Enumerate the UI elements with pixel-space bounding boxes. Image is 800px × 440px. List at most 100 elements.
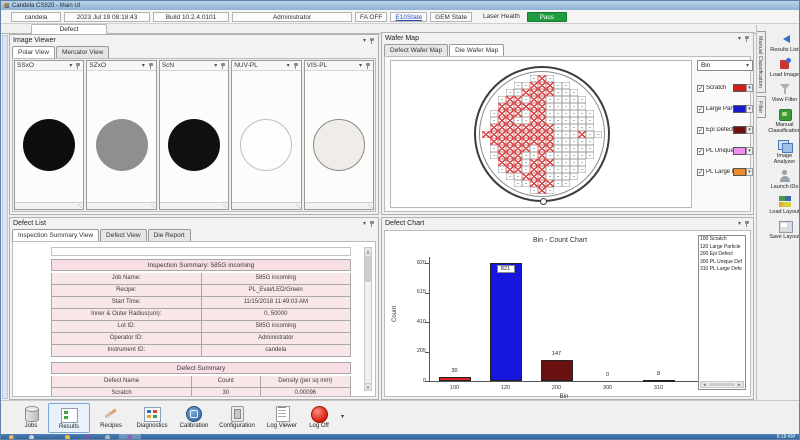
chevron-down-icon[interactable]: ▾ [69,62,72,70]
scroll-left-icon[interactable]: ◄ [701,382,708,387]
collapsed-panel-strip[interactable] [2,35,8,399]
die-cell[interactable] [498,152,506,159]
die-cell[interactable] [506,124,514,131]
die-cell[interactable] [570,103,578,110]
die-cell[interactable] [538,89,546,96]
die-cell[interactable] [546,159,554,166]
die-cell[interactable] [570,124,578,131]
die-cell[interactable] [514,166,522,173]
taskbar-app-icon[interactable] [85,435,90,440]
die-cell[interactable] [514,89,522,96]
windows-taskbar[interactable]: 8:18 AM [1,434,800,440]
die-cell[interactable] [490,110,498,117]
tool-load-layout[interactable]: Load Layout [767,195,800,215]
filter-checkbox[interactable]: ✓ [697,148,704,155]
scrollbar-thumb[interactable] [365,256,371,282]
wafer-map-canvas[interactable] [390,60,692,208]
die-cell[interactable] [578,96,586,103]
pin-icon[interactable] [744,220,750,228]
die-cell[interactable] [538,75,546,82]
die-cell[interactable] [554,166,562,173]
taskbar-app-icon[interactable] [29,435,34,440]
die-cell[interactable] [554,131,562,138]
collapse-icon[interactable]: ▾ [363,37,366,45]
tool-view-filter[interactable]: View Filter [767,83,800,103]
chevron-down-icon[interactable]: ▾ [359,62,362,70]
die-cell[interactable] [522,131,530,138]
die-cell[interactable] [538,117,546,124]
die-cell[interactable] [578,117,586,124]
die-cell[interactable] [538,138,546,145]
die-cell[interactable] [538,180,546,187]
window-titlebar[interactable]: Candela CS920 - Main UI [1,1,800,10]
die-cell[interactable] [506,103,514,110]
e10-state-link[interactable]: E10State [390,12,427,22]
side-tab-manual-classification[interactable]: Manual Classification [757,31,766,93]
die-cell[interactable] [498,96,506,103]
die-cell[interactable] [498,145,506,152]
nav-configuration[interactable]: Configuration [216,403,258,433]
scroll-up-icon[interactable]: ▲ [365,248,371,255]
die-cell[interactable] [530,138,538,145]
die-cell[interactable] [506,131,514,138]
die-cell[interactable] [498,124,506,131]
pin-icon[interactable] [365,62,371,70]
chevron-down-icon[interactable]: ▾ [214,62,217,70]
die-cell[interactable] [538,166,546,173]
die-cell[interactable] [562,159,570,166]
die-cell[interactable] [538,159,546,166]
die-cell[interactable] [570,117,578,124]
die-cell[interactable] [570,89,578,96]
die-cell[interactable] [586,138,594,145]
die-cell[interactable] [522,152,530,159]
die-cell[interactable] [562,180,570,187]
wafer-image-area[interactable] [305,71,373,202]
die-cell[interactable] [546,110,554,117]
die-cell[interactable] [530,96,538,103]
die-cell[interactable] [490,145,498,152]
defect-list-tab-defect-view[interactable]: Defect View [100,229,147,241]
color-swatch[interactable] [733,84,746,92]
die-cell[interactable] [546,103,554,110]
die-cell[interactable] [530,117,538,124]
die-cell[interactable] [538,103,546,110]
die-cell[interactable] [514,124,522,131]
color-dropdown-icon[interactable]: ▾ [746,168,753,176]
die-cell[interactable] [482,131,490,138]
tab-defect[interactable]: Defect [31,24,107,34]
wafer-map-tab-defect-wafer-map[interactable]: Defect Wafer Map [384,44,448,56]
bin-dropdown[interactable]: Bin ▾ [697,60,753,71]
die-cell[interactable] [506,89,514,96]
tool-load-image[interactable]: Load Image [767,58,800,78]
more-options-icon[interactable]: ▾ [341,413,344,420]
color-swatch[interactable] [733,147,746,155]
die-cell[interactable] [538,110,546,117]
die-cell[interactable] [562,138,570,145]
die-cell[interactable] [554,145,562,152]
die-cell[interactable] [514,96,522,103]
die-cell[interactable] [490,152,498,159]
die-cell[interactable] [530,110,538,117]
die-cell[interactable] [554,117,562,124]
color-dropdown-icon[interactable]: ▾ [746,126,753,134]
die-cell[interactable] [586,152,594,159]
die-cell[interactable] [514,117,522,124]
die-cell[interactable] [530,75,538,82]
side-tab-filter[interactable]: Filter [757,96,766,118]
die-cell[interactable] [506,166,514,173]
die-cell[interactable] [562,82,570,89]
die-cell[interactable] [522,138,530,145]
die-cell[interactable] [578,138,586,145]
die-cell[interactable] [530,187,538,194]
die-cell[interactable] [522,124,530,131]
die-cell[interactable] [570,110,578,117]
collapse-icon[interactable]: ▾ [738,35,741,43]
tool-image-analyzer[interactable]: Image Analyzer [767,139,800,165]
color-swatch[interactable] [733,105,746,113]
die-cell[interactable] [562,173,570,180]
die-cell[interactable] [538,82,546,89]
die-cell[interactable] [530,131,538,138]
die-cell[interactable] [490,124,498,131]
die-cell[interactable] [546,89,554,96]
die-cell[interactable] [554,103,562,110]
